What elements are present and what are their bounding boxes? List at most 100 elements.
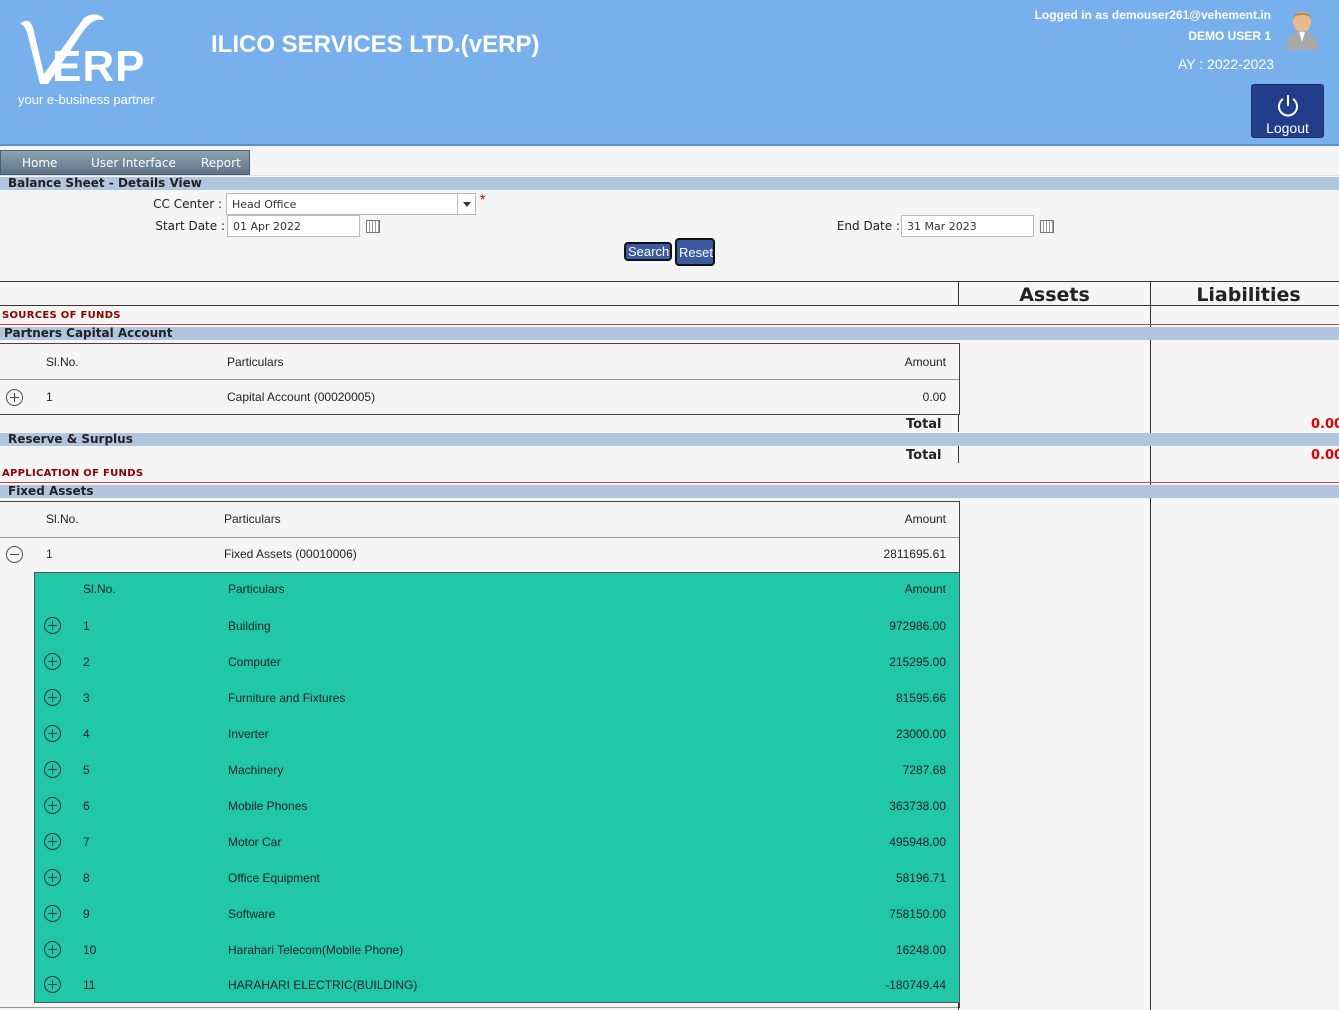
table-row: 2 Computer 215295.00 <box>35 645 959 681</box>
end-date-label: End Date : <box>836 219 900 233</box>
expand-icon[interactable] <box>44 833 61 850</box>
menu-home[interactable]: Home <box>22 156 57 170</box>
cc-center-value: Head Office <box>232 198 297 211</box>
table-row: 8 Office Equipment 58196.71 <box>35 861 959 897</box>
user-name: DEMO USER 1 <box>1188 29 1271 43</box>
table-row: 11 HARAHARI ELECTRIC(BUILDING) -180749.4… <box>35 969 959 1003</box>
expand-icon[interactable] <box>44 869 61 886</box>
item-slno: 2 <box>83 655 90 669</box>
table-row: 4 Inverter 23000.00 <box>35 717 959 753</box>
item-amount: 7287.68 <box>902 763 946 777</box>
collapse-icon[interactable] <box>6 546 23 563</box>
table-row: 5 Machinery 7287.68 <box>35 753 959 789</box>
sources-of-funds-heading: SOURCES OF FUNDS <box>2 310 121 321</box>
liabilities-column-header: Liabilities <box>1196 284 1301 306</box>
divider <box>0 281 1339 282</box>
reserve-total-label: Total <box>906 448 942 463</box>
divider <box>958 446 959 463</box>
partners-capital-table: Sl.No. Particulars Amount 1 Capital Acco… <box>0 343 960 415</box>
page-title: Balance Sheet - Details View <box>0 177 1339 190</box>
start-date-input[interactable]: 01 Apr 2022 <box>227 215 360 237</box>
col-particulars: Particulars <box>227 355 284 369</box>
item-particulars: Office Equipment <box>228 871 320 885</box>
sub-col-slno: Sl.No. <box>83 582 116 596</box>
row-slno: 1 <box>46 547 53 561</box>
item-slno: 5 <box>83 763 90 777</box>
table-row: 1 Building 972986.00 <box>35 609 959 645</box>
app-title: ILICO SERVICES LTD.(vERP) <box>211 31 540 58</box>
expand-icon[interactable] <box>6 389 23 406</box>
row-particulars: Capital Account (00020005) <box>227 390 376 404</box>
expand-icon[interactable] <box>44 797 61 814</box>
row-amount: 0.00 <box>922 390 946 404</box>
item-slno: 6 <box>83 799 90 813</box>
fixed-assets-heading: Fixed Assets <box>0 485 1339 498</box>
search-button[interactable]: Search <box>624 242 672 261</box>
partners-total-label: Total <box>906 417 942 432</box>
power-icon <box>1277 95 1298 117</box>
expand-icon[interactable] <box>44 905 61 922</box>
expand-icon[interactable] <box>44 976 61 993</box>
table-row: 6 Mobile Phones 363738.00 <box>35 789 959 825</box>
col-amount: Amount <box>904 355 946 369</box>
item-amount: 495948.00 <box>889 835 946 849</box>
row-slno: 1 <box>46 390 53 404</box>
item-slno: 4 <box>83 727 90 741</box>
item-slno: 8 <box>83 871 90 885</box>
chevron-down-icon[interactable] <box>457 194 475 214</box>
item-particulars: Machinery <box>228 763 284 777</box>
app-header: ERP your e-business partner ILICO SERVIC… <box>0 0 1339 146</box>
logout-label: Logout <box>1266 120 1309 136</box>
item-particulars: Inverter <box>228 727 269 741</box>
col-particulars: Particulars <box>224 512 281 526</box>
expand-icon[interactable] <box>44 725 61 742</box>
assets-column-header: Assets <box>1019 284 1090 306</box>
cc-center-select[interactable]: Head Office <box>226 193 476 215</box>
required-asterisk: * <box>480 191 486 207</box>
divider <box>0 324 1339 325</box>
menu-bar: Home User Interface Report <box>0 148 1339 176</box>
expand-icon[interactable] <box>44 689 61 706</box>
item-amount: 972986.00 <box>889 619 946 633</box>
end-date-input[interactable]: 31 Mar 2023 <box>901 215 1034 237</box>
expand-icon[interactable] <box>44 941 61 958</box>
divider <box>0 1007 958 1008</box>
item-slno: 11 <box>83 978 96 992</box>
item-slno: 7 <box>83 835 90 849</box>
cc-center-label: CC Center : <box>153 197 222 211</box>
divider <box>0 482 1339 483</box>
main-menu: Home User Interface Report <box>0 150 250 175</box>
divider <box>1150 281 1151 1010</box>
item-slno: 1 <box>83 619 90 633</box>
table-row: 7 Motor Car 495948.00 <box>35 825 959 861</box>
logo-text: ERP <box>52 42 146 91</box>
fixed-assets-detail-table: Sl.No. Particulars Amount 1 Building 972… <box>34 572 960 1003</box>
table-row: 10 Harahari Telecom(Mobile Phone) 16248.… <box>35 933 959 969</box>
item-particulars: Computer <box>228 655 281 669</box>
item-amount: 363738.00 <box>889 799 946 813</box>
item-slno: 10 <box>83 943 97 957</box>
col-slno: Sl.No. <box>46 355 79 369</box>
item-amount: 758150.00 <box>889 907 946 921</box>
table-row: 3 Furniture and Fixtures 81595.66 <box>35 681 959 717</box>
start-calendar-icon[interactable] <box>366 220 380 233</box>
menu-report[interactable]: Report <box>201 156 241 170</box>
user-avatar-icon <box>1286 12 1318 50</box>
verp-logo[interactable]: ERP your e-business partner <box>14 10 174 110</box>
col-slno: Sl.No. <box>46 512 79 526</box>
item-amount: 81595.66 <box>895 691 946 705</box>
expand-icon[interactable] <box>44 761 61 778</box>
reserve-surplus-heading: Reserve & Surplus <box>0 433 1339 446</box>
expand-icon[interactable] <box>44 617 61 634</box>
item-amount: -180749.44 <box>885 978 946 992</box>
divider <box>958 1003 959 1010</box>
item-amount: 23000.00 <box>895 727 946 741</box>
partners-capital-heading: Partners Capital Account <box>0 327 1339 340</box>
menu-user-interface[interactable]: User Interface <box>91 156 176 170</box>
expand-icon[interactable] <box>44 653 61 670</box>
logout-button[interactable]: Logout <box>1251 84 1324 138</box>
reset-button[interactable]: Reset <box>675 238 715 266</box>
end-calendar-icon[interactable] <box>1040 220 1054 233</box>
item-particulars: Mobile Phones <box>228 799 308 813</box>
item-amount: 58196.71 <box>895 871 946 885</box>
